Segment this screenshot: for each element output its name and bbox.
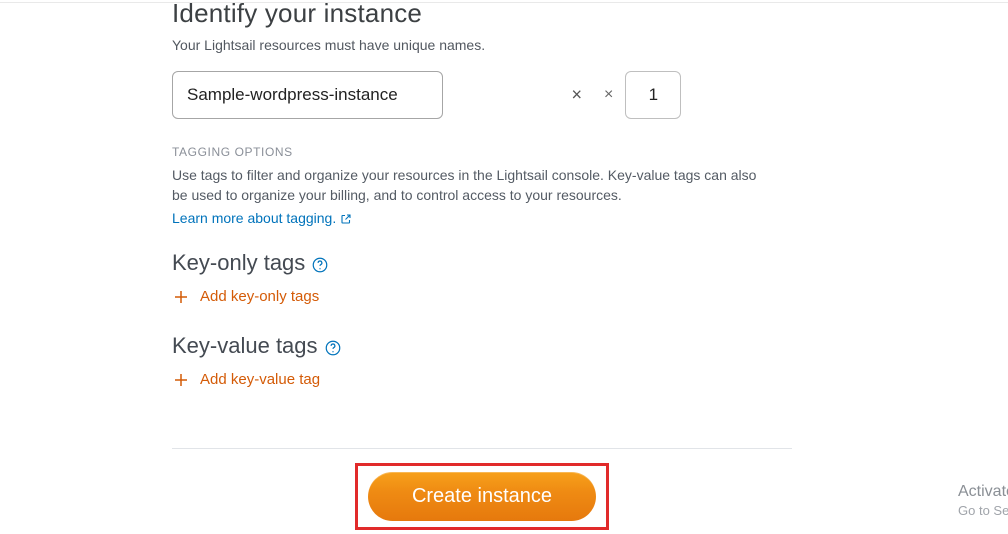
add-key-only-tags-button[interactable]: Add key-only tags	[172, 288, 319, 306]
clear-name-icon[interactable]: ×	[571, 85, 582, 106]
learn-more-tagging-link[interactable]: Learn more about tagging.	[172, 210, 352, 226]
add-key-value-tag-label: Add key-value tag	[200, 371, 320, 388]
key-value-tags-heading: Key-value tags	[172, 333, 792, 359]
add-key-value-tag-button[interactable]: Add key-value tag	[172, 371, 320, 389]
key-value-tags-heading-text: Key-value tags	[172, 333, 318, 359]
help-icon[interactable]	[324, 337, 342, 355]
multiply-symbol: ×	[604, 86, 613, 104]
key-only-tags-heading-text: Key-only tags	[172, 250, 305, 276]
page-title: Identify your instance	[172, 0, 792, 29]
instance-count-input[interactable]	[625, 71, 681, 119]
top-divider	[0, 2, 1008, 3]
create-row: Create instance	[172, 463, 792, 530]
plus-icon	[172, 371, 190, 389]
watermark-line2: Go to Settings	[958, 503, 1008, 520]
instance-name-input[interactable]	[172, 71, 443, 119]
key-only-tags-heading: Key-only tags	[172, 250, 792, 276]
external-link-icon	[340, 212, 352, 224]
watermark-line1: Activate Windows	[958, 482, 1008, 503]
page-subtitle: Your Lightsail resources must have uniqu…	[172, 37, 792, 53]
help-icon[interactable]	[311, 254, 329, 272]
instance-name-input-wrap: ×	[172, 71, 592, 119]
tagging-description: Use tags to filter and organize your res…	[172, 165, 772, 206]
plus-icon	[172, 288, 190, 306]
watermark-text: Activate Windows Go to Settings	[958, 482, 1008, 520]
create-instance-button[interactable]: Create instance	[368, 472, 596, 521]
main-content: Identify your instance Your Lightsail re…	[172, 0, 792, 530]
highlight-box: Create instance	[355, 463, 609, 530]
add-key-only-tags-label: Add key-only tags	[200, 288, 319, 305]
tagging-options-label: TAGGING OPTIONS	[172, 145, 792, 159]
section-divider	[172, 448, 792, 449]
instance-name-row: × ×	[172, 71, 792, 119]
learn-more-text: Learn more about tagging.	[172, 210, 336, 226]
